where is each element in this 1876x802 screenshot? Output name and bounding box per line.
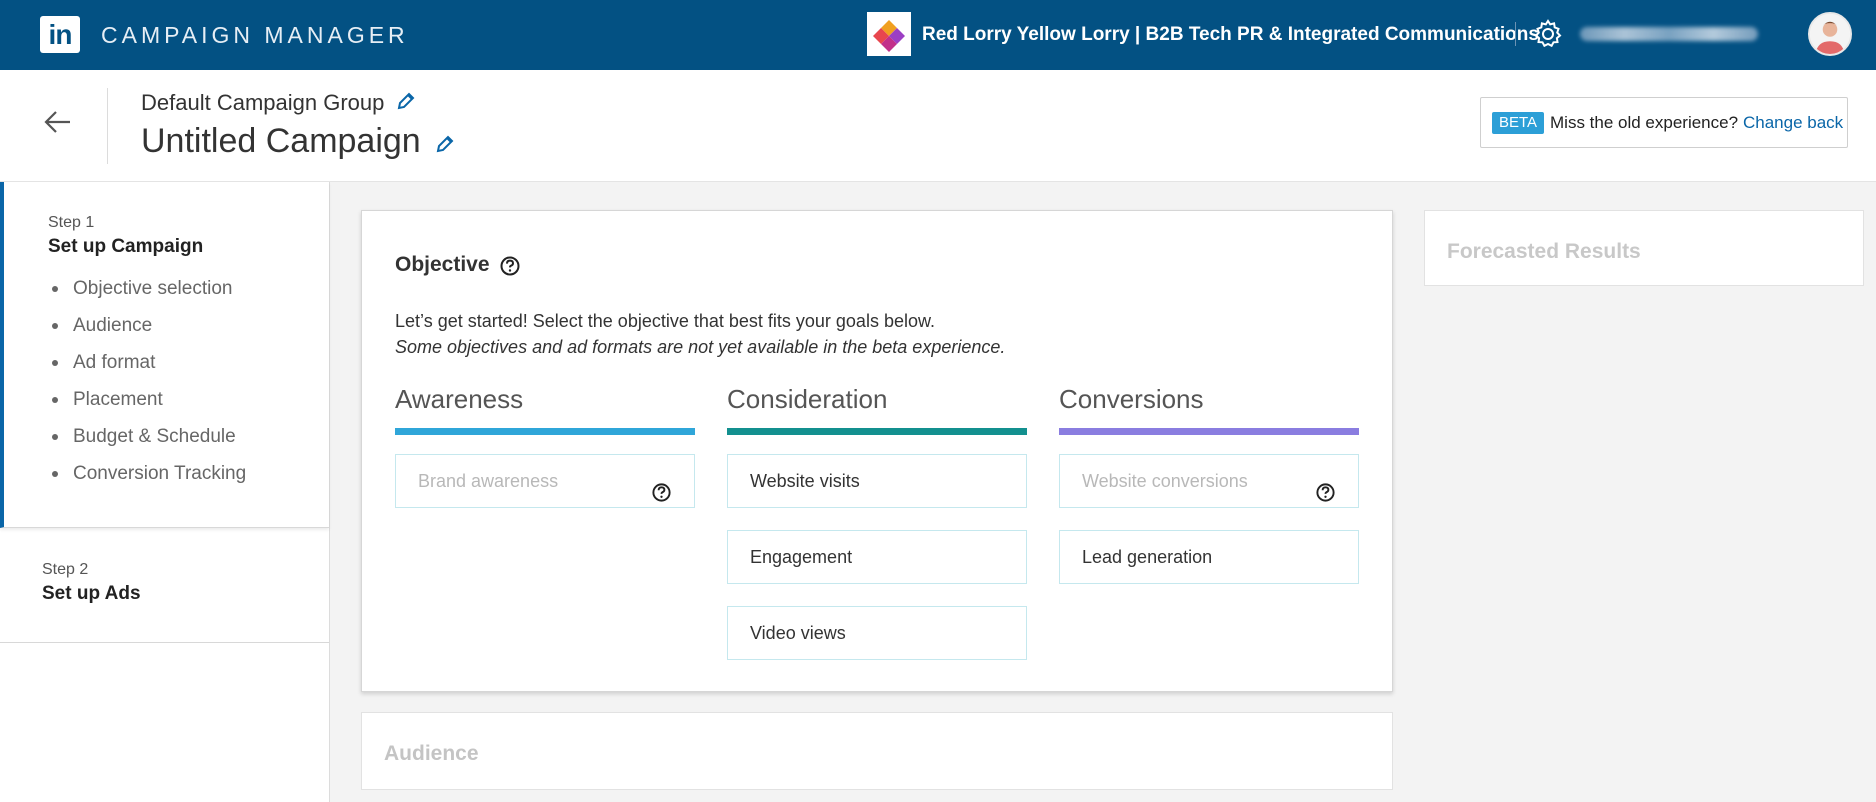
step-2-panel[interactable]: Step 2 Set up Ads [0,528,329,643]
audience-card[interactable]: Audience [361,712,1393,790]
step-item-audience[interactable]: Audience [48,313,246,350]
option-label: Brand awareness [418,471,559,491]
account-name[interactable]: Red Lorry Yellow Lorry | B2B Tech PR & I… [922,24,1539,46]
help-icon[interactable] [499,255,521,277]
step-item-budget[interactable]: Budget & Schedule [48,424,246,461]
change-back-link[interactable]: Change back [1743,113,1843,133]
step-1-panel[interactable]: Step 1 Set up Campaign Objective selecti… [0,182,329,528]
objective-card: Objective Let’s get started! Select the … [361,210,1393,692]
divider [107,88,108,164]
option-lead-generation[interactable]: Lead generation [1059,530,1359,584]
forecast-title: Forecasted Results [1447,240,1641,263]
option-video-views[interactable]: Video views [727,606,1027,660]
column-title: Consideration [727,384,888,414]
account-logo-icon[interactable] [867,12,911,56]
back-arrow-icon[interactable] [40,104,76,140]
intro-text: Let’s get started! Select the objective … [395,311,935,331]
option-label: Website conversions [1082,471,1248,491]
pencil-icon[interactable] [434,133,456,155]
app-title: CAMPAIGN MANAGER [101,22,409,48]
top-nav-bar: in CAMPAIGN MANAGER Red Lorry Yellow Lor… [0,0,1876,70]
step-item-conversion[interactable]: Conversion Tracking [48,461,246,498]
column-color-bar [727,428,1027,435]
help-icon[interactable] [1315,471,1336,502]
help-icon[interactable] [651,471,672,502]
awareness-column: Awareness Brand awareness [395,384,695,508]
conversions-column: Conversions Website conversions Lead gen… [1059,384,1359,584]
step-item-placement[interactable]: Placement [48,387,246,424]
gear-icon[interactable] [1532,18,1564,50]
step-title: Set up Campaign [48,236,204,257]
forecast-card: Forecasted Results [1424,210,1864,286]
steps-sidebar: Step 1 Set up Campaign Objective selecti… [0,182,330,802]
column-title: Awareness [395,384,524,414]
intro-note: Some objectives and ad formats are not y… [395,337,1006,357]
step-item-ad-format[interactable]: Ad format [48,350,246,387]
user-name-blurred[interactable] [1580,27,1758,41]
option-brand-awareness: Brand awareness [395,454,695,508]
consideration-column: Consideration Website visits Engagement … [727,384,1027,660]
linkedin-logo-icon[interactable]: in [40,16,80,53]
pencil-icon[interactable] [395,90,417,112]
option-website-conversions: Website conversions [1059,454,1359,508]
campaign-group-name: Default Campaign Group [141,90,385,115]
objective-title: Objective [395,253,490,276]
beta-badge: BETA [1492,112,1545,134]
option-website-visits[interactable]: Website visits [727,454,1027,508]
step-1-items: Objective selection Audience Ad format P… [48,276,246,498]
beta-notice: BETA Miss the old experience? Change bac… [1480,97,1848,148]
audience-title: Audience [384,742,479,765]
option-engagement[interactable]: Engagement [727,530,1027,584]
step-label: Step 2 [42,561,89,578]
beta-text: Miss the old experience? [1550,113,1739,132]
objective-intro: Let’s get started! Select the objective … [395,308,1005,360]
avatar[interactable] [1808,12,1852,56]
column-color-bar [395,428,695,435]
column-title: Conversions [1059,384,1204,414]
step-title: Set up Ads [42,583,141,604]
campaign-name: Untitled Campaign [141,122,421,160]
campaign-header: Default Campaign Group Untitled Campaign… [0,70,1876,182]
step-item-objective[interactable]: Objective selection [48,276,246,313]
column-color-bar [1059,428,1359,435]
step-label: Step 1 [48,214,95,231]
divider [1515,22,1516,46]
